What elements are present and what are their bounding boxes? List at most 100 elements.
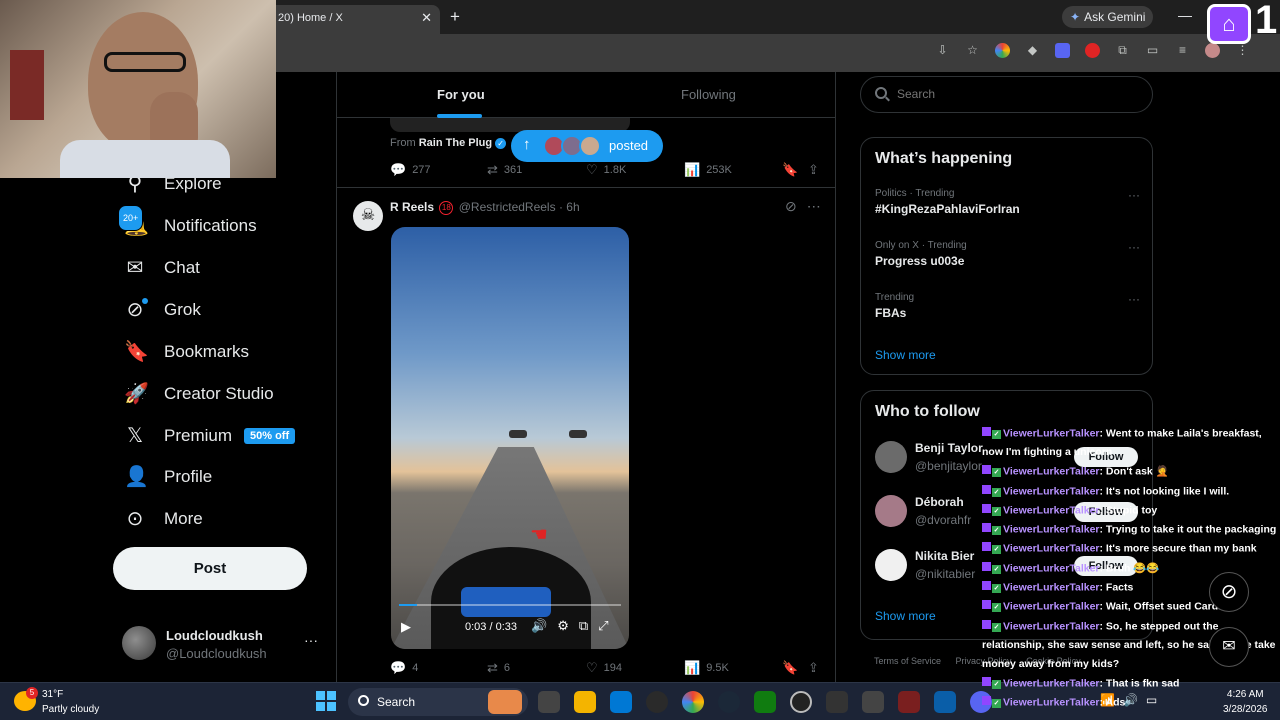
chat-username[interactable]: ViewerLurkerTalker — [1003, 562, 1100, 574]
show-more-link[interactable]: Show more — [875, 609, 936, 623]
grok-fab-icon[interactable]: ⊘ — [1209, 572, 1249, 612]
reply-button[interactable]: 💬 277 — [390, 162, 431, 178]
like-button[interactable]: ♡ 1.8K — [586, 162, 626, 178]
share-button[interactable]: ⇪ — [808, 660, 819, 676]
split-view-icon[interactable]: ▭ — [1145, 43, 1160, 58]
notifications-badge: 20+ — [118, 205, 144, 231]
account-more-icon[interactable]: ··· — [304, 632, 318, 648]
tab-following[interactable]: Following — [681, 87, 736, 102]
trend-name: Progress u003e — [875, 254, 965, 268]
fullscreen-icon[interactable]: ⤢ — [598, 618, 618, 633]
ask-gemini-button[interactable]: ✦ Ask Gemini — [1062, 6, 1154, 28]
nav-more[interactable]: ⊙ More — [124, 503, 324, 535]
chat-username[interactable]: ViewerLurkerTalker — [1003, 696, 1100, 708]
post-button[interactable]: Post — [113, 547, 307, 590]
tweet-author-avatar[interactable]: ☠ — [353, 201, 383, 231]
show-more-link[interactable]: Show more — [875, 348, 936, 362]
chat-username[interactable]: ViewerLurkerTalker — [1003, 523, 1100, 535]
extension-diamond-icon[interactable]: ◆ — [1025, 43, 1040, 58]
app-k-icon[interactable] — [862, 691, 884, 713]
chat-username[interactable]: ViewerLurkerTalker — [1003, 543, 1100, 555]
weather-widget[interactable]: 5 31°F Partly cloudy — [14, 687, 134, 717]
footer-link[interactable]: Terms of Service — [874, 656, 941, 666]
store-icon[interactable] — [610, 691, 632, 713]
obs-icon[interactable] — [646, 691, 668, 713]
play-icon[interactable]: ▶ — [401, 619, 411, 635]
grok-icon[interactable]: ⊘ — [785, 198, 807, 214]
start-windows-icon[interactable] — [316, 691, 336, 711]
search-input[interactable] — [897, 87, 1137, 101]
chat-username[interactable]: ViewerLurkerTalker — [1003, 581, 1100, 593]
repost-button[interactable]: ⇄ 6 — [487, 660, 510, 676]
app-grid-icon[interactable] — [826, 691, 848, 713]
chat-username[interactable]: ViewerLurkerTalker — [1003, 601, 1100, 613]
app-blue-icon[interactable] — [934, 691, 956, 713]
taskbar-search-label: Search — [377, 695, 416, 709]
nav-bookmarks[interactable]: 🔖 Bookmarks — [124, 336, 324, 368]
steam-icon[interactable] — [718, 691, 740, 713]
chat-username[interactable]: ViewerLurkerTalker — [1003, 427, 1100, 439]
account-switcher[interactable]: Loudcloudkush @Loudcloudkush ··· — [122, 626, 322, 662]
video-progress-bar[interactable] — [399, 604, 621, 606]
app-circle-icon[interactable] — [790, 691, 812, 713]
repost-button[interactable]: ⇄ 361 — [487, 162, 522, 178]
settings-icon[interactable]: ⚙ — [557, 618, 579, 633]
chat-username[interactable]: ViewerLurkerTalker — [1003, 504, 1100, 516]
extensions-puzzle-icon[interactable]: ⧉ — [1115, 43, 1130, 58]
extension-twitch-icon[interactable] — [1055, 43, 1070, 58]
app-red-icon[interactable] — [898, 691, 920, 713]
check-badge-icon: ✓ — [992, 487, 1001, 497]
task-view-icon[interactable] — [538, 691, 560, 713]
chat-username[interactable]: ViewerLurkerTalker — [1003, 466, 1100, 478]
tweet-author-name[interactable]: R Reels — [390, 200, 434, 214]
search-box[interactable] — [860, 76, 1153, 113]
views-button[interactable]: 📊 253K — [684, 162, 732, 178]
close-tab-icon[interactable]: ✕ — [421, 10, 432, 26]
more-icon[interactable]: ··· — [1128, 292, 1140, 306]
reading-list-icon[interactable]: ≡ — [1175, 43, 1190, 58]
install-app-icon[interactable]: ⇩ — [935, 43, 950, 58]
chat-username[interactable]: ViewerLurkerTalker — [1003, 485, 1100, 497]
more-icon[interactable]: ··· — [1128, 188, 1140, 202]
trend-meta: Trending — [875, 292, 915, 303]
minimize-button[interactable]: — — [1178, 7, 1192, 23]
bookmark-star-icon[interactable]: ☆ — [965, 43, 980, 58]
like-button[interactable]: ♡ 194 — [586, 660, 622, 676]
tab-for-you[interactable]: For you — [437, 87, 485, 102]
taskbar-search[interactable]: Search — [348, 688, 528, 716]
volume-icon[interactable]: 🔊 — [531, 618, 557, 633]
new-posts-pill[interactable]: ↑ posted — [511, 130, 663, 162]
nav-notifications[interactable]: 🔔20+ Notifications — [118, 205, 324, 242]
chrome-icon[interactable] — [682, 691, 704, 713]
nav-profile[interactable]: 👤 Profile — [124, 461, 324, 493]
share-button[interactable]: ⇪ — [808, 162, 819, 178]
chat-username[interactable]: ViewerLurkerTalker — [1003, 677, 1100, 689]
trend-item[interactable]: Trending FBAs ··· — [875, 292, 1140, 320]
messages-fab-icon[interactable]: ✉ — [1209, 627, 1249, 667]
file-explorer-icon[interactable] — [574, 691, 596, 713]
more-icon[interactable]: ⋯ — [807, 198, 831, 214]
nav-creator-studio[interactable]: 🚀 Creator Studio — [124, 378, 324, 410]
reply-button[interactable]: 💬 4 — [390, 660, 418, 676]
nav-premium[interactable]: 𝕏 Premium 50% off — [124, 420, 324, 452]
video-player[interactable]: ▶ 0:03 / 0:33 🔊⚙⧉⤢ — [391, 227, 629, 649]
trend-item[interactable]: Politics · Trending #KingRezaPahlaviForI… — [875, 188, 1140, 216]
views-button[interactable]: 📊 9.5K — [684, 660, 729, 676]
from-attribution[interactable]: From Rain The Plug ✓ — [390, 137, 507, 149]
pip-icon[interactable]: ⧉ — [579, 618, 598, 633]
more-icon[interactable]: ··· — [1128, 240, 1140, 254]
chat-badges: ✓ — [982, 482, 1003, 501]
new-tab-button[interactable]: + — [450, 7, 460, 27]
extension-colorful-icon[interactable] — [995, 43, 1010, 58]
extension-red-icon[interactable] — [1085, 43, 1100, 58]
chat-username[interactable]: ViewerLurkerTalker — [1003, 620, 1100, 632]
bookmark-button[interactable]: 🔖 — [782, 162, 798, 178]
nav-chat[interactable]: ✉ Chat — [124, 252, 324, 284]
bookmark-button[interactable]: 🔖 — [782, 660, 798, 676]
tweet-time[interactable]: · 6h — [559, 200, 580, 214]
trend-item[interactable]: Only on X · Trending Progress u003e ··· — [875, 240, 1140, 268]
tweet-author-handle[interactable]: @RestrictedReels — [459, 200, 556, 214]
browser-tab[interactable]: 20) Home / X ✕ — [268, 5, 440, 34]
xbox-icon[interactable] — [754, 691, 776, 713]
nav-grok[interactable]: ⊘ Grok — [124, 294, 324, 326]
